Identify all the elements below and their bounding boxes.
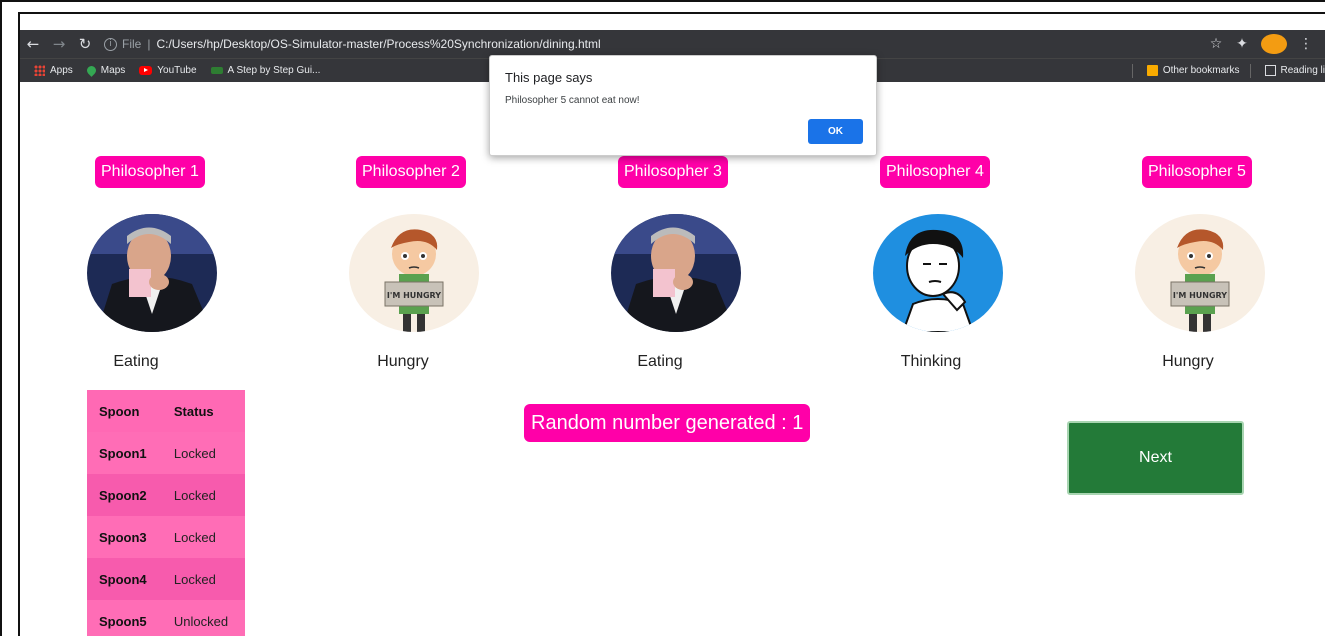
spoon-status-table: Spoon Status Spoon1 Locked Spoon2 Locked… [87,390,245,636]
spoon-cell: Spoon3 [87,516,162,558]
spoon-cell: Spoon4 [87,558,162,600]
youtube-icon [139,66,153,75]
spoon-cell: Spoon1 [87,432,162,474]
back-arrow-icon[interactable]: ← [20,31,46,57]
table-row: Spoon5 Unlocked [87,600,245,636]
bookmark-label: Apps [50,65,73,76]
svg-text:I'M HUNGRY: I'M HUNGRY [1173,291,1227,300]
philosopher-1-state: Eating [113,353,159,370]
random-number-display: Random number generated : 1 [524,404,811,442]
apps-grid-icon [34,65,45,76]
spoon-cell: Spoon2 [87,474,162,516]
ok-button[interactable]: OK [808,119,863,144]
bookmark-divider [1131,63,1133,78]
eating-man-icon [611,214,741,332]
address-bar[interactable]: i File | C:/Users/hp/Desktop/OS-Simulato… [104,32,1203,56]
reading-list[interactable]: Reading li [1264,65,1325,76]
bookmark-step-guide[interactable]: A Step by Step Gui... [210,65,321,76]
maps-pin-icon [84,64,98,77]
dialog-title: This page says [505,70,593,85]
philosopher-5-label: Philosopher 5 [1142,156,1252,188]
next-button[interactable]: Next [1067,421,1244,495]
eating-man-icon [87,214,217,332]
other-bookmarks-label: Other bookmarks [1162,65,1240,76]
bookmark-apps[interactable]: Apps [34,65,73,76]
bookmark-site-icon [210,67,223,74]
column-header-spoon: Spoon [87,390,162,432]
info-icon[interactable]: i [104,37,117,51]
star-bookmark-icon[interactable]: ☆ [1203,36,1229,52]
philosopher-4-state: Thinking [900,353,962,370]
dialog-message: Philosopher 5 cannot eat now! [505,95,640,106]
philosopher-3-state: Eating [637,353,683,370]
bookmark-label: A Step by Step Gui... [227,65,321,76]
extensions-puzzle-icon[interactable]: ✦ [1229,36,1255,52]
menu-dots-icon[interactable]: ⋮ [1293,36,1319,52]
hungry-boy-icon: I'M HUNGRY [349,214,479,332]
table-header-row: Spoon Status [87,390,245,432]
spoon-cell: Spoon5 [87,600,162,636]
philosopher-2-label: Philosopher 2 [356,156,466,188]
file-label: File [122,37,142,51]
url-text[interactable]: C:/Users/hp/Desktop/OS-Simulator-master/… [156,37,600,51]
bookmark-label: Maps [100,65,126,76]
toolbar-right-icons: ☆ ✦ ⋮ [1203,34,1319,54]
status-cell: Unlocked [161,600,245,636]
url-separator: | [147,37,151,51]
philosopher-5-state: Hungry [1162,353,1214,370]
bookmark-label: YouTube [157,65,197,76]
table-row: Spoon2 Locked [87,474,245,516]
other-bookmarks[interactable]: Other bookmarks [1146,65,1240,76]
hungry-boy-icon: I'M HUNGRY [1135,214,1265,332]
thinking-man-icon [873,214,1003,332]
status-cell: Locked [161,558,245,600]
philosopher-3-label: Philosopher 3 [618,156,728,188]
bookmark-youtube[interactable]: YouTube [139,65,197,76]
status-cell: Locked [161,474,245,516]
page-content: Philosopher 1 Eating Philosopher 2 I'M H… [20,82,1325,636]
philosopher-2-state: Hungry [377,353,429,370]
philosopher-4-label: Philosopher 4 [880,156,990,188]
bookmark-maps[interactable]: Maps [84,64,126,77]
bookmark-divider [1249,63,1251,78]
reading-list-label: Reading li [1280,65,1325,76]
table-row: Spoon1 Locked [87,432,245,474]
table-row: Spoon3 Locked [87,516,245,558]
table-row: Spoon4 Locked [87,558,245,600]
status-cell: Locked [161,432,245,474]
column-header-status: Status [161,390,245,432]
alert-dialog: This page says Philosopher 5 cannot eat … [489,55,877,156]
profile-avatar[interactable] [1261,34,1287,54]
status-cell: Locked [161,516,245,558]
bookmarks-right: Other bookmarks Reading li [1122,63,1325,78]
svg-text:I'M HUNGRY: I'M HUNGRY [387,291,441,300]
forward-arrow-icon[interactable]: → [46,31,72,57]
reload-icon[interactable]: ↻ [72,31,98,57]
philosopher-1-label: Philosopher 1 [95,156,205,188]
browser-toolbar: ← → ↻ i File | C:/Users/hp/Desktop/OS-Si… [20,30,1325,58]
reading-list-icon [1264,65,1276,76]
folder-icon [1146,65,1158,76]
